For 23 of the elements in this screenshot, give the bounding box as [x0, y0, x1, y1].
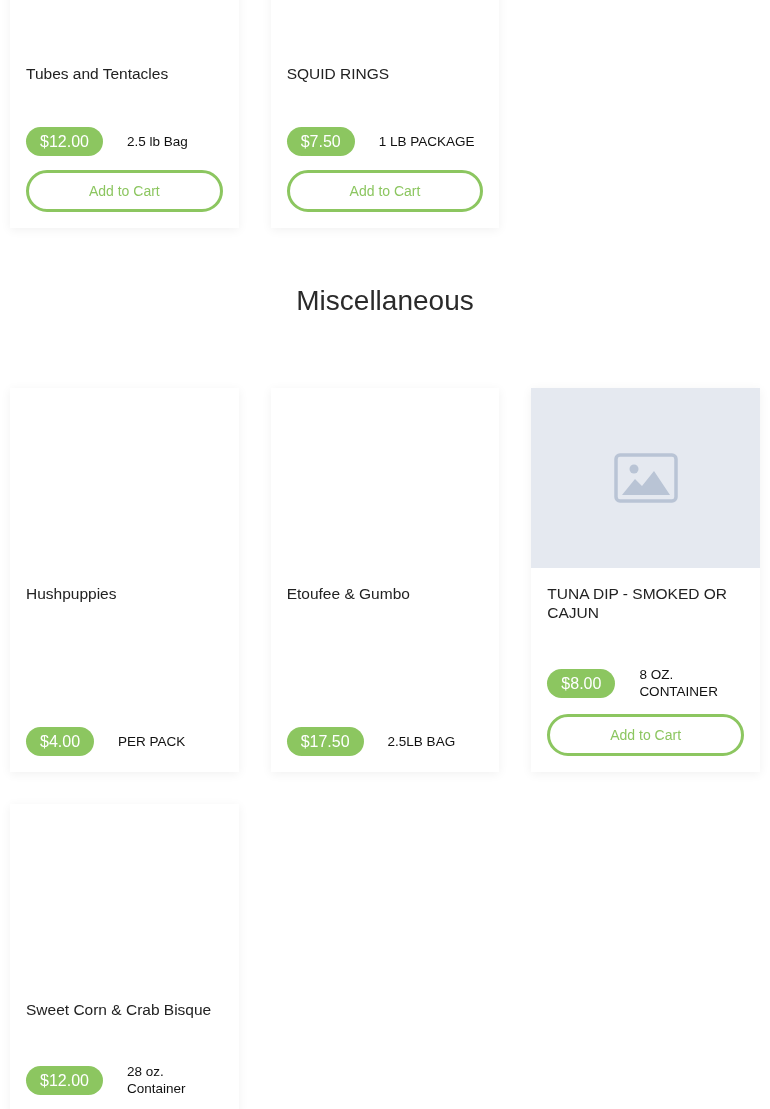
add-to-cart-button[interactable]: Add to Cart — [26, 170, 223, 212]
unit-label: 8 OZ. CONTAINER — [639, 666, 719, 700]
unit-label: 28 oz. Container — [126, 1063, 187, 1097]
price-tag: $17.50 — [286, 727, 364, 756]
price-tag: $7.50 — [286, 127, 355, 156]
product-title: SQUID RINGS — [286, 64, 391, 83]
product-title: Hushpuppies — [26, 584, 118, 603]
unit-label: 2.5LB BAG — [387, 733, 457, 750]
unit-label: 1 LB PACKAGE — [378, 133, 476, 150]
product-title: TUNA DIP - SMOKED OR CAJUN — [547, 584, 729, 622]
unit-label: 2.5 lb Bag — [126, 133, 189, 150]
unit-label: PER PACK — [118, 733, 187, 750]
price-tag: $12.00 — [26, 127, 103, 156]
add-to-cart-button[interactable]: Add to Cart — [286, 170, 484, 212]
price-tag: $12.00 — [26, 1065, 103, 1095]
price-tag: $4.00 — [26, 727, 95, 756]
image-icon — [613, 453, 678, 503]
product-title: Etoufee & Gumbo — [286, 584, 411, 603]
product-title: Tubes and Tentacles — [26, 64, 170, 83]
section-heading: Miscellaneous — [296, 284, 474, 318]
product-title: Sweet Corn & Crab Bisque — [26, 1000, 213, 1019]
add-to-cart-button[interactable]: Add to Cart — [547, 714, 744, 756]
price-tag: $8.00 — [547, 668, 616, 698]
